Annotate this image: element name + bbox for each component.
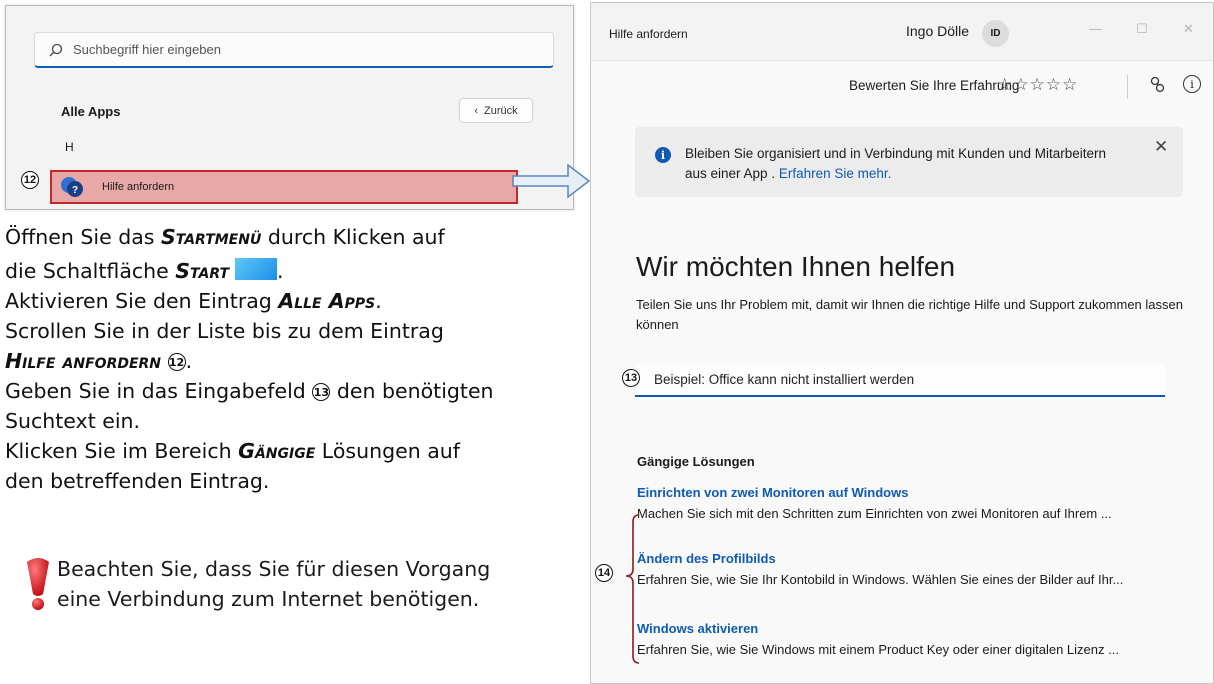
info-banner: i Bleiben Sie organisiert und in Verbind… <box>635 127 1183 197</box>
toolbar-divider <box>1127 75 1128 99</box>
start-menu-panel: Suchbegriff hier eingeben Alle Apps ‹ Zu… <box>5 5 574 210</box>
star-rating[interactable]: ☆☆☆☆☆ <box>997 75 1078 95</box>
solution-item[interactable]: Ändern des Profilbilds Erfahren Sie, wie… <box>637 549 1197 591</box>
all-apps-heading: Alle Apps <box>61 104 121 119</box>
instr-text: Aktivieren Sie den Eintrag <box>5 289 279 313</box>
banner-text: Bleiben Sie organisiert und in Verbindun… <box>685 146 1107 181</box>
step-marker-14: 14 <box>595 564 613 582</box>
info-icon[interactable]: i <box>1183 75 1201 93</box>
share-connect-icon[interactable] <box>1148 75 1168 95</box>
arrow-connector-icon <box>512 163 591 199</box>
instr-text: . <box>375 289 382 313</box>
instr-text: die Schaltfläche <box>5 259 176 283</box>
step-marker-12: 12 <box>21 171 39 189</box>
app-list-item-label: Hilfe anfordern <box>102 181 175 193</box>
instr-keyword-gaengige: Gängige <box>238 439 316 463</box>
rate-experience-label: Bewerten Sie Ihre Erfahrung <box>849 78 1020 93</box>
rating-toolbar: Bewerten Sie Ihre Erfahrung ☆☆☆☆☆ i <box>591 69 1213 103</box>
maximize-icon[interactable]: ☐ <box>1136 21 1148 37</box>
instr-keyword-start: Start <box>175 259 230 283</box>
page-subtitle: Teilen Sie uns Ihr Problem mit, damit wi… <box>636 297 1183 332</box>
solution-title[interactable]: Windows aktivieren <box>637 619 1197 639</box>
get-help-window: Hilfe anfordern Ingo Dölle ID — ☐ ✕ Bewe… <box>590 2 1214 684</box>
title-bar: Hilfe anfordern Ingo Dölle ID — ☐ ✕ <box>591 3 1213 61</box>
instr-text: Scrollen Sie in der Liste bis zu dem Ein… <box>5 319 444 343</box>
instruction-text: Öffnen Sie das Startmenü durch Klicken a… <box>5 222 585 496</box>
user-name[interactable]: Ingo Dölle <box>906 23 969 39</box>
warning-line-1: Beachten Sie, dass Sie für diesen Vorgan… <box>57 557 491 581</box>
search-icon <box>49 43 63 56</box>
instr-text: Klicken Sie im Bereich <box>5 439 239 463</box>
step-marker-13: 13 <box>622 369 640 387</box>
warning-line-2: eine Verbindung zum Internet benötigen. <box>57 587 480 611</box>
solution-title[interactable]: Einrichten von zwei Monitoren auf Window… <box>637 483 1197 503</box>
instr-text: . <box>277 259 284 283</box>
solution-description: Machen Sie sich mit den Schritten zum Ei… <box>637 506 1112 521</box>
solution-item[interactable]: Einrichten von zwei Monitoren auf Window… <box>637 483 1197 525</box>
solution-description: Erfahren Sie, wie Sie Ihr Kontobild in W… <box>637 572 1124 587</box>
instr-keyword-hilfe-anfordern: Hilfe anfordern <box>5 349 162 373</box>
instr-text: den benötigten <box>330 379 494 403</box>
get-help-app-icon: ? <box>60 175 84 199</box>
solution-description: Erfahren Sie, wie Sie Windows mit einem … <box>637 642 1119 657</box>
instr-text: Öffnen Sie das <box>5 225 161 249</box>
solution-item[interactable]: Windows aktivieren Erfahren Sie, wie Sie… <box>637 619 1197 661</box>
info-badge-icon: i <box>655 147 671 163</box>
instr-text: durch Klicken auf <box>261 225 445 249</box>
problem-search-input[interactable]: Beispiel: Office kann nicht installiert … <box>635 364 1165 397</box>
instr-text: den betreffenden Eintrag. <box>5 469 270 493</box>
avatar[interactable]: ID <box>982 20 1009 47</box>
close-window-icon[interactable]: ✕ <box>1183 21 1194 37</box>
solution-title[interactable]: Ändern des Profilbilds <box>637 549 1197 569</box>
instr-text: Geben Sie in das Eingabefeld <box>5 379 313 403</box>
start-search-placeholder: Suchbegriff hier eingeben <box>73 42 221 57</box>
solutions-bracket-icon <box>625 514 640 664</box>
chevron-left-icon: ‹ <box>474 104 479 117</box>
learn-more-link[interactable]: Erfahren Sie mehr. <box>779 166 892 181</box>
back-button-label: Zurück <box>484 104 518 117</box>
window-title: Hilfe anfordern <box>609 27 688 41</box>
banner-message: Bleiben Sie organisiert und in Verbindun… <box>685 144 1125 184</box>
close-icon[interactable]: ✕ <box>1154 137 1168 157</box>
instr-keyword-alle-apps: Alle Apps <box>278 289 376 313</box>
step-marker-13-inline: 13 <box>312 383 331 401</box>
warning-exclamation-icon <box>27 558 49 610</box>
common-solutions-heading: Gängige Lösungen <box>637 454 755 469</box>
instr-text: Suchtext ein. <box>5 409 141 433</box>
step-marker-12-inline: 12 <box>167 353 186 371</box>
instr-text: . <box>185 349 193 373</box>
instr-text: Lösungen auf <box>315 439 460 463</box>
page-title: Wir möchten Ihnen helfen <box>636 251 956 282</box>
start-search-field[interactable]: Suchbegriff hier eingeben <box>34 32 554 68</box>
back-button[interactable]: ‹ Zurück <box>459 98 533 123</box>
warning-note: Beachten Sie, dass Sie für diesen Vorgan… <box>57 554 490 614</box>
problem-search-placeholder: Beispiel: Office kann nicht installiert … <box>654 372 915 387</box>
instr-keyword-startmenu: Startmenü <box>160 225 262 249</box>
start-button-icon <box>235 258 278 280</box>
minimize-icon[interactable]: — <box>1089 21 1102 36</box>
app-list-item-hilfe-anfordern[interactable]: ? Hilfe anfordern <box>50 170 518 204</box>
letter-group-header[interactable]: H <box>65 140 74 154</box>
svg-text:?: ? <box>72 185 78 196</box>
